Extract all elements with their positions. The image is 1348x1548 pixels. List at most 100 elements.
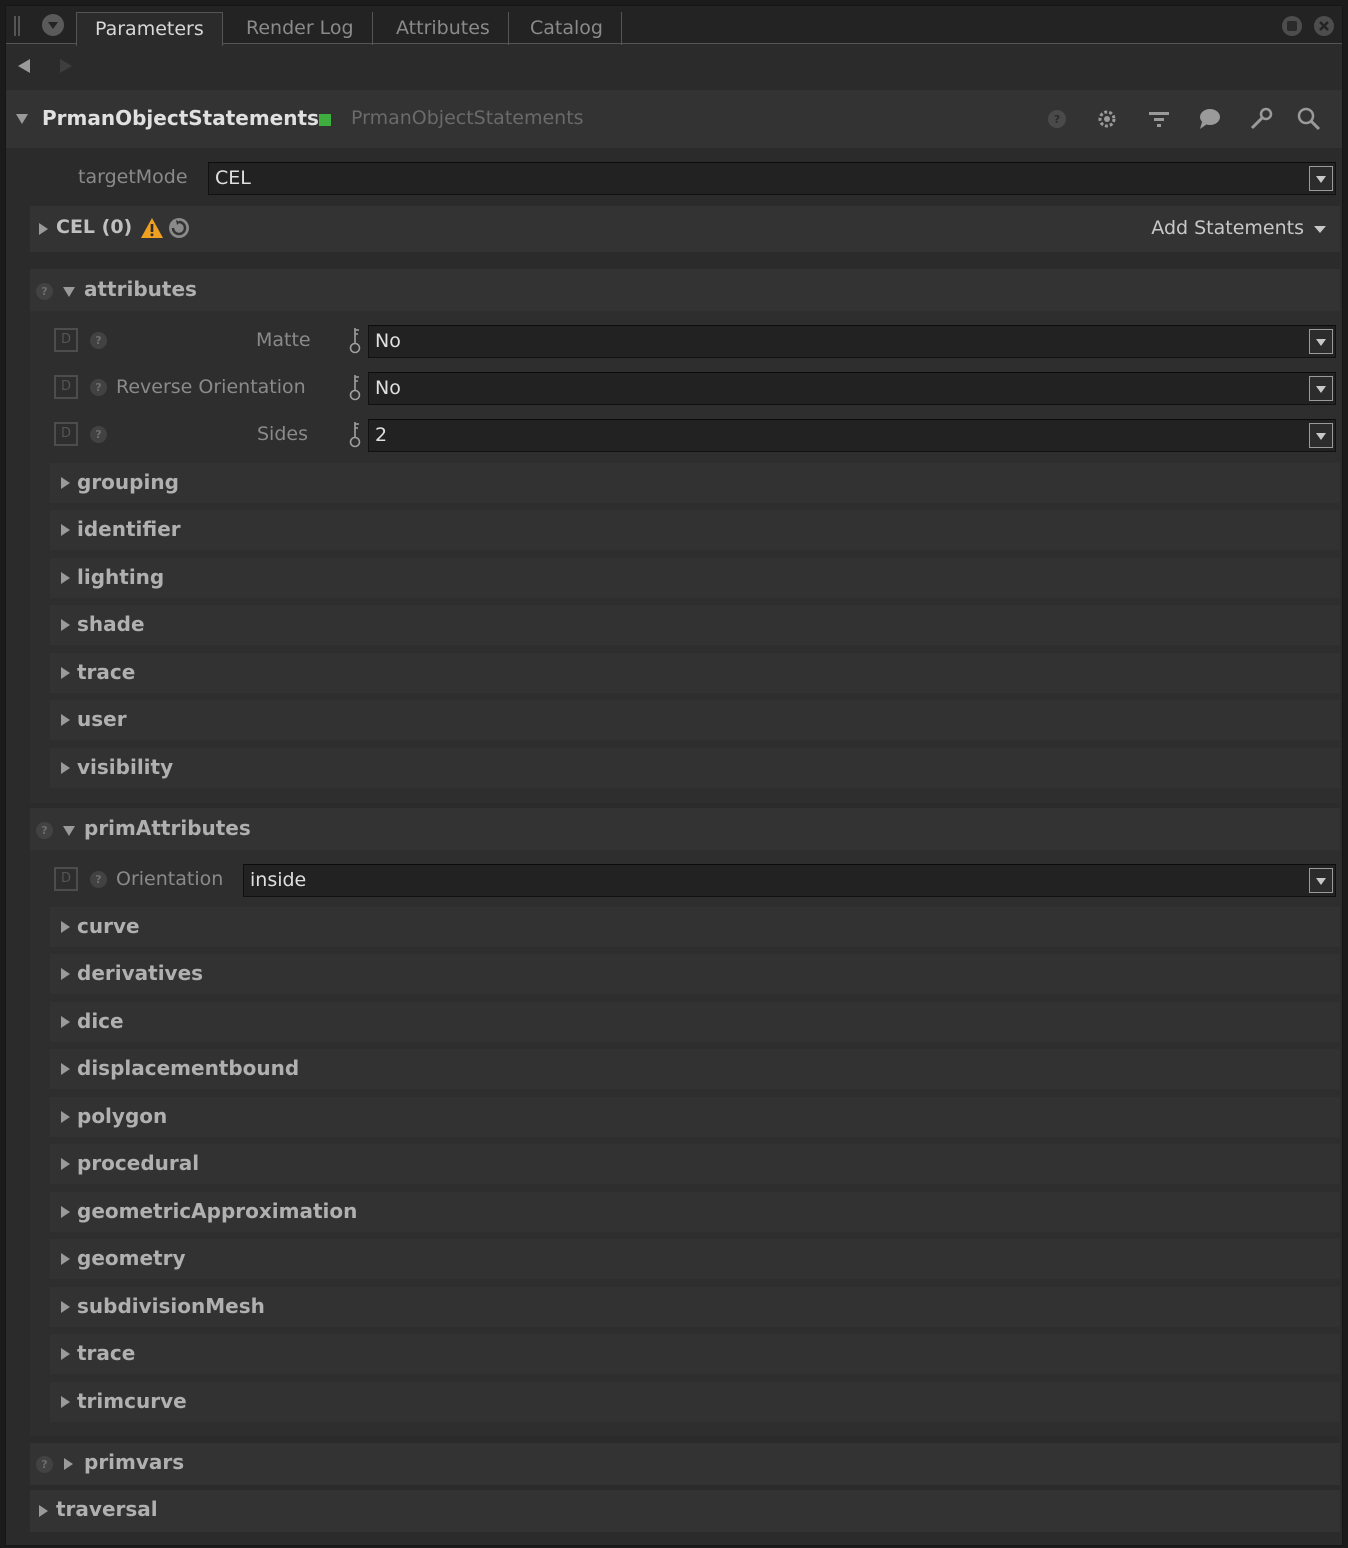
sides-dropdown[interactable]: 2 <box>368 419 1336 452</box>
matte-dropdown[interactable]: No <box>368 325 1336 358</box>
expand-icon[interactable] <box>61 1253 70 1265</box>
group-geometricapproximation[interactable]: geometricApproximation <box>50 1192 1340 1232</box>
tab-catalog[interactable]: Catalog <box>512 12 622 45</box>
group-visibility[interactable]: visibility <box>50 748 1340 788</box>
maximize-icon[interactable] <box>1282 16 1302 36</box>
primvars-section[interactable]: ? primvars <box>30 1443 1340 1485</box>
key-icon[interactable] <box>348 373 362 401</box>
matte-help-icon[interactable]: ? <box>90 332 107 349</box>
sides-label: Sides <box>257 423 308 445</box>
group-label: grouping <box>77 470 179 494</box>
close-icon[interactable] <box>1314 16 1334 36</box>
key-icon[interactable] <box>348 326 362 354</box>
primattributes-label[interactable]: primAttributes <box>84 816 251 840</box>
collapse-attributes-icon[interactable] <box>63 287 75 297</box>
group-dice[interactable]: dice <box>50 1002 1340 1042</box>
expand-icon[interactable] <box>61 1206 70 1218</box>
chevron-down-icon[interactable] <box>1309 376 1333 401</box>
targetmode-value: CEL <box>215 167 251 189</box>
group-displacementbound[interactable]: displacementbound <box>50 1049 1340 1089</box>
group-trimcurve[interactable]: trimcurve <box>50 1382 1340 1422</box>
expand-traversal-icon[interactable] <box>39 1505 48 1517</box>
expand-icon[interactable] <box>61 477 70 489</box>
sides-help-icon[interactable]: ? <box>90 426 107 443</box>
tab-attributes[interactable]: Attributes <box>378 12 509 45</box>
expand-icon[interactable] <box>61 714 70 726</box>
group-curve[interactable]: curve <box>50 907 1340 947</box>
hierarchy-icon[interactable] <box>1146 106 1172 132</box>
forward-arrow-icon[interactable] <box>60 59 72 73</box>
help-icon[interactable]: ? <box>1044 106 1070 132</box>
expand-icon[interactable] <box>61 1158 70 1170</box>
group-grouping[interactable]: grouping <box>50 463 1340 503</box>
expand-icon[interactable] <box>61 1063 70 1075</box>
add-statements-chevron-icon[interactable] <box>1314 226 1326 233</box>
tab-menu-icon[interactable] <box>42 14 64 36</box>
expand-icon[interactable] <box>61 1348 70 1360</box>
comment-icon[interactable] <box>1196 106 1222 132</box>
group-user[interactable]: user <box>50 700 1340 740</box>
gear-icon[interactable] <box>1094 106 1120 132</box>
chevron-down-icon[interactable] <box>1309 423 1333 448</box>
tab-render-log[interactable]: Render Log <box>228 12 373 45</box>
back-arrow-icon[interactable] <box>18 59 30 73</box>
panel-grip-handle[interactable] <box>14 16 20 36</box>
group-subdivisionmesh[interactable]: subdivisionMesh <box>50 1287 1340 1327</box>
default-d-icon[interactable]: D <box>54 328 78 352</box>
refresh-icon[interactable] <box>168 217 190 239</box>
group-geometry[interactable]: geometry <box>50 1239 1340 1279</box>
chevron-down-icon[interactable] <box>1309 329 1333 354</box>
node-name[interactable]: PrmanObjectStatements <box>42 106 319 130</box>
expand-primvars-icon[interactable] <box>64 1458 73 1470</box>
collapse-primattributes-icon[interactable] <box>63 826 75 836</box>
primattributes-help-icon[interactable]: ? <box>36 822 53 839</box>
group-derivatives[interactable]: derivatives <box>50 954 1340 994</box>
wrench-icon[interactable] <box>1248 106 1274 132</box>
default-d-icon[interactable]: D <box>54 375 78 399</box>
orientation-help-icon[interactable]: ? <box>90 871 107 888</box>
expand-icon[interactable] <box>61 1016 70 1028</box>
primvars-help-icon[interactable]: ? <box>36 1456 53 1473</box>
reverse-orientation-help-icon[interactable]: ? <box>90 379 107 396</box>
expand-icon[interactable] <box>61 1396 70 1408</box>
chevron-down-icon[interactable] <box>1309 868 1333 893</box>
group-trace[interactable]: trace <box>50 1334 1340 1374</box>
add-statements-button[interactable]: Add Statements <box>1151 217 1304 239</box>
expand-icon[interactable] <box>61 1111 70 1123</box>
expand-icon[interactable] <box>61 968 70 980</box>
group-label: procedural <box>77 1151 200 1175</box>
expand-icon[interactable] <box>61 667 70 679</box>
attributes-header: ? attributes <box>30 269 1340 311</box>
targetmode-dropdown[interactable]: CEL <box>208 162 1336 195</box>
group-shade[interactable]: shade <box>50 605 1340 645</box>
default-d-icon[interactable]: D <box>54 867 78 891</box>
expand-icon[interactable] <box>61 524 70 536</box>
group-polygon[interactable]: polygon <box>50 1097 1340 1137</box>
expand-cel-icon[interactable] <box>39 223 48 235</box>
expand-icon[interactable] <box>61 572 70 584</box>
attributes-label[interactable]: attributes <box>84 277 197 301</box>
group-trace[interactable]: trace <box>50 653 1340 693</box>
group-label: lighting <box>77 565 165 589</box>
group-procedural[interactable]: procedural <box>50 1144 1340 1184</box>
chevron-down-icon[interactable] <box>1309 166 1333 191</box>
attributes-help-icon[interactable]: ? <box>36 283 53 300</box>
group-label: derivatives <box>77 961 204 985</box>
key-icon[interactable] <box>348 420 362 448</box>
cel-label[interactable]: CEL (0) <box>56 216 132 238</box>
group-identifier[interactable]: identifier <box>50 510 1340 550</box>
search-icon[interactable] <box>1296 106 1322 132</box>
collapse-node-icon[interactable] <box>16 114 28 124</box>
traversal-section[interactable]: traversal <box>30 1490 1340 1532</box>
orientation-value: inside <box>250 869 307 891</box>
reverse-orientation-dropdown[interactable]: No <box>368 372 1336 405</box>
group-lighting[interactable]: lighting <box>50 558 1340 598</box>
expand-icon[interactable] <box>61 921 70 933</box>
expand-icon[interactable] <box>61 762 70 774</box>
tab-parameters[interactable]: Parameters <box>76 12 223 46</box>
expand-icon[interactable] <box>61 619 70 631</box>
orientation-dropdown[interactable]: inside <box>243 864 1336 897</box>
expand-icon[interactable] <box>61 1301 70 1313</box>
default-d-icon[interactable]: D <box>54 422 78 446</box>
group-label: geometricApproximation <box>77 1199 358 1223</box>
